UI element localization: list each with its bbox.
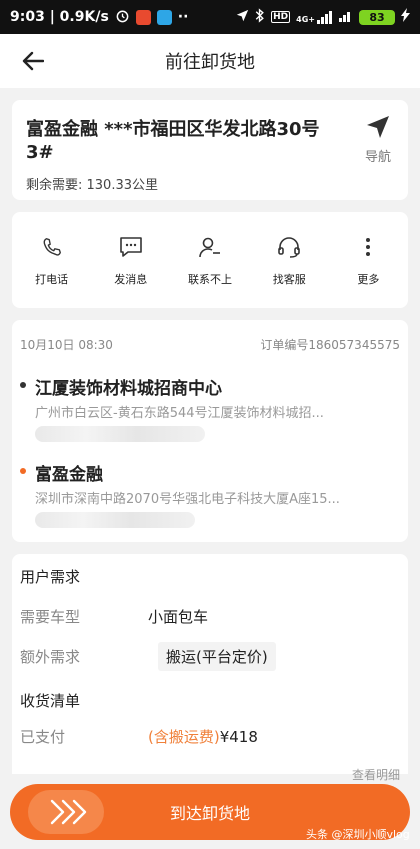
pickup-name: 江厦装饰材料城招商中心 xyxy=(35,379,222,399)
view-detail-link[interactable]: 查看明细 xyxy=(352,766,400,783)
arrive-unload-label: 到达卸货地 xyxy=(169,804,250,823)
battery-level: 83 xyxy=(369,10,385,24)
paid-value: (含搬运费)¥418 xyxy=(148,726,258,747)
dropoff-dot xyxy=(20,468,26,474)
send-message-label: 发消息 xyxy=(114,273,148,286)
customer-service-button[interactable]: 找客服 xyxy=(250,212,329,308)
unreachable-button[interactable]: 联系不上 xyxy=(170,212,249,308)
telegram-notification-icon xyxy=(156,9,172,25)
contact-unreachable-icon xyxy=(198,233,222,261)
dropoff-address: 深圳市深南中路2070号华强北电子科技大厦A座15... xyxy=(35,492,340,507)
destination-card: 富盈金融 ***市福田区华发北路30号3# 剩余需要: 130.33公里 导航 xyxy=(12,100,408,200)
watermark: 头条 @深圳小顺vlog xyxy=(306,828,410,841)
paid-key: 已支付 xyxy=(20,728,66,746)
pickup-address: 广州市白云区-黄石东路544号江厦装饰材料城招... xyxy=(35,406,324,421)
send-message-button[interactable]: 发消息 xyxy=(91,212,170,308)
pickup-dot xyxy=(20,382,26,388)
paid-amount: ¥418 xyxy=(219,728,258,746)
navigation-arrow-icon xyxy=(367,116,389,138)
bluetooth-icon xyxy=(255,7,265,27)
goods-list-title: 收货清单 xyxy=(20,692,81,710)
status-bar: 9:03 | 0.9K/s ·· HD 4G+ 83 xyxy=(0,0,420,34)
action-bar: 打电话 发消息 联系不上 找客服 更多 xyxy=(12,212,408,308)
more-icon xyxy=(365,233,371,261)
charging-icon xyxy=(401,8,410,26)
call-label: 打电话 xyxy=(35,273,69,286)
call-button[interactable]: 打电话 xyxy=(12,212,91,308)
paid-note: (含搬运费) xyxy=(148,728,220,746)
destination-name: 富盈金融 ***市福田区华发北路30号3# xyxy=(26,119,320,163)
navigate-button[interactable]: 导航 xyxy=(356,114,400,170)
location-icon xyxy=(236,9,249,26)
back-button[interactable] xyxy=(18,47,48,75)
more-button[interactable]: 更多 xyxy=(329,212,408,308)
battery-icon: 83 xyxy=(359,9,395,25)
slide-arrows-icon xyxy=(50,799,87,825)
extra-requirement-key: 额外需求 xyxy=(20,648,81,666)
phone-icon xyxy=(41,233,63,261)
remaining-distance: 剩余需要: 130.33公里 xyxy=(26,178,158,193)
vehicle-type-value: 小面包车 xyxy=(148,608,209,626)
message-icon xyxy=(119,233,143,261)
customer-service-label: 找客服 xyxy=(272,273,306,286)
alarm-icon xyxy=(115,8,130,27)
more-label: 更多 xyxy=(357,273,380,286)
network-type: 4G+ xyxy=(296,14,315,24)
order-card: 10月10日 08:30 订单编号186057345575 江厦装饰材料城招商中… xyxy=(12,320,408,542)
signal-2-icon xyxy=(339,9,353,26)
order-number: 订单编号186057345575 xyxy=(260,338,400,352)
dropoff-name: 富盈金融 xyxy=(35,465,103,485)
unreachable-label: 联系不上 xyxy=(188,273,232,286)
signal-icon: 4G+ xyxy=(296,10,333,24)
headset-icon xyxy=(277,233,301,261)
more-notifications-icon: ·· xyxy=(177,9,189,25)
dropoff-contact-redacted xyxy=(35,512,195,528)
pickup-contact-redacted xyxy=(35,426,205,442)
extra-requirement-value: 搬运(平台定价) xyxy=(158,642,276,671)
status-time-speed: 9:03 | 0.9K/s xyxy=(10,9,109,25)
back-arrow-icon xyxy=(22,51,44,71)
requirements-title: 用户需求 xyxy=(20,568,81,586)
hd-icon: HD xyxy=(271,11,291,23)
app-notification-icon xyxy=(135,9,151,25)
page-title: 前往卸货地 xyxy=(165,52,255,73)
navigate-label: 导航 xyxy=(364,150,391,165)
order-time: 10月10日 08:30 xyxy=(20,338,113,352)
page-header: 前往卸货地 xyxy=(0,34,420,88)
requirements-card: 用户需求 需要车型 小面包车 额外需求 搬运(平台定价) 收货清单 已支付 (含… xyxy=(12,554,408,782)
vehicle-type-key: 需要车型 xyxy=(20,608,81,626)
